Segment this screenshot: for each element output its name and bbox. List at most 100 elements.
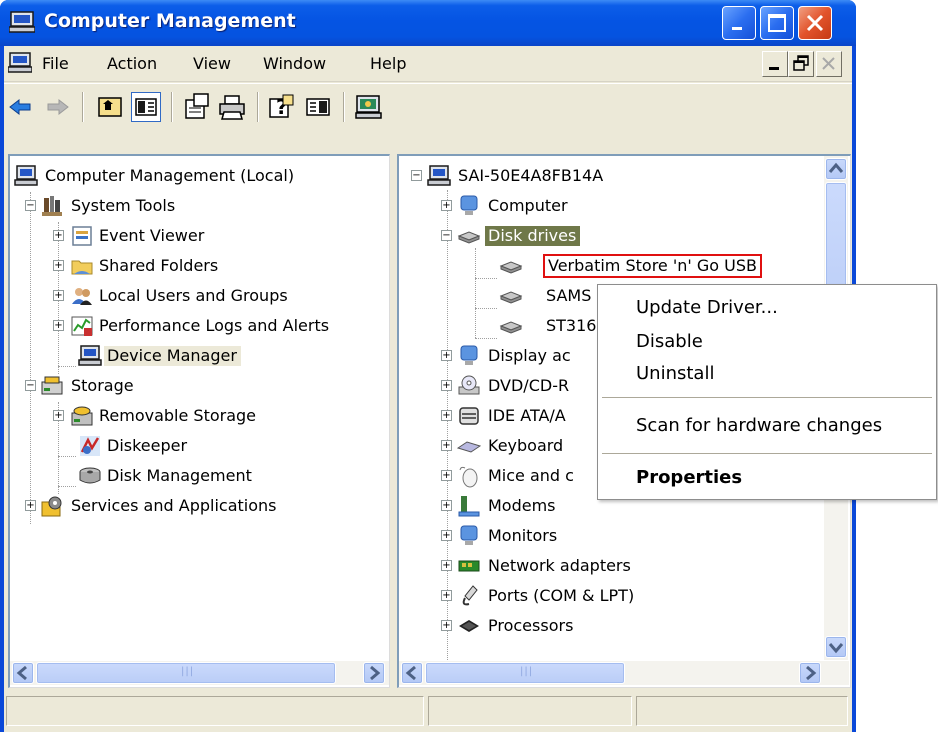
expand-toggle[interactable]: + xyxy=(53,230,64,241)
horizontal-scrollbar[interactable]: ||| xyxy=(10,661,389,685)
services-icon xyxy=(41,496,62,517)
collapse-toggle[interactable]: − xyxy=(25,380,36,391)
storage-icon xyxy=(41,376,63,395)
child-restore-button[interactable] xyxy=(788,51,814,77)
close-icon xyxy=(822,57,835,70)
shared-folder-icon xyxy=(71,260,93,275)
tree-item-label: Diskeeper xyxy=(107,436,188,455)
up-level-button[interactable] xyxy=(95,92,125,122)
cd-rom-icon xyxy=(458,375,480,395)
menu-item-uninstall[interactable]: Uninstall xyxy=(636,363,714,384)
tree-item-services-and-applications[interactable]: + Services and Applications xyxy=(12,492,382,520)
tree-item-processors[interactable]: + Processors xyxy=(399,612,759,640)
tree-item-ports[interactable]: + Ports (COM & LPT) xyxy=(399,582,759,610)
show-hide-tree-button[interactable] xyxy=(131,92,161,122)
expand-toggle[interactable]: + xyxy=(53,410,64,421)
tree-item-monitors[interactable]: + Monitors xyxy=(399,522,699,550)
tree-item-disk-drives[interactable]: − Disk drives xyxy=(399,222,819,250)
close-button[interactable] xyxy=(798,6,832,40)
tree-item-modems[interactable]: + Modems xyxy=(399,492,599,520)
expand-toggle[interactable]: + xyxy=(53,290,64,301)
scroll-thumb[interactable]: ||| xyxy=(36,662,336,684)
properties-button[interactable] xyxy=(182,92,212,122)
expand-toggle[interactable]: + xyxy=(53,320,64,331)
tree-item-computer[interactable]: + Computer xyxy=(399,192,819,220)
menu-item-update-driver[interactable]: Update Driver... xyxy=(636,297,778,318)
expand-toggle[interactable]: + xyxy=(441,380,452,391)
menu-help[interactable]: Help xyxy=(370,54,406,73)
help-button[interactable]: ? xyxy=(267,92,297,122)
tree-item-label: Disk Management xyxy=(107,466,252,485)
expand-toggle[interactable]: + xyxy=(441,530,452,541)
menu-action[interactable]: Action xyxy=(107,54,157,73)
back-button[interactable] xyxy=(6,92,36,122)
expand-toggle[interactable]: + xyxy=(441,200,452,211)
tree-item-removable-storage[interactable]: + Removable Storage xyxy=(12,402,382,430)
print-button[interactable] xyxy=(217,92,247,122)
scroll-right-button[interactable] xyxy=(799,662,821,684)
expand-toggle[interactable]: + xyxy=(441,620,452,631)
expand-toggle[interactable]: + xyxy=(441,440,452,451)
menu-window[interactable]: Window xyxy=(263,54,326,73)
menu-item-scan-for-hardware-changes[interactable]: Scan for hardware changes xyxy=(636,415,882,436)
tree-item-performance-logs-and-alerts[interactable]: + Performance Logs and Alerts xyxy=(12,312,382,340)
tree-item-device-manager[interactable]: Device Manager xyxy=(12,342,382,370)
tree-item-verbatim-usb[interactable]: Verbatim Store 'n' Go USB xyxy=(399,252,819,280)
device-manager-button[interactable] xyxy=(354,92,384,122)
tree-item-local-users-and-groups[interactable]: + Local Users and Groups xyxy=(12,282,382,310)
child-minimize-button[interactable] xyxy=(762,51,788,77)
tree-item-network-adapters[interactable]: + Network adapters xyxy=(399,552,759,580)
horizontal-scrollbar[interactable]: ||| xyxy=(399,661,849,685)
collapse-toggle[interactable]: − xyxy=(411,170,422,181)
title-bar[interactable]: Computer Management xyxy=(0,0,856,46)
maximize-button[interactable] xyxy=(760,6,794,40)
menu-file[interactable]: File xyxy=(42,54,69,73)
expand-toggle[interactable]: + xyxy=(441,500,452,511)
tree-item-mice[interactable]: + Mice and c xyxy=(399,462,599,490)
collapse-toggle[interactable]: − xyxy=(441,230,452,241)
tree-item-system-tools[interactable]: − System Tools xyxy=(12,192,382,220)
tree-item-shared-folders[interactable]: + Shared Folders xyxy=(12,252,382,280)
scroll-thumb[interactable]: ||| xyxy=(425,662,625,684)
scroll-up-button[interactable] xyxy=(825,158,847,180)
expand-toggle[interactable]: + xyxy=(441,470,452,481)
tree-item-ide-ata-controllers[interactable]: + IDE ATA/A xyxy=(399,402,599,430)
tree-item-computer-management-local[interactable]: Computer Management (Local) xyxy=(12,162,382,190)
scroll-right-button[interactable] xyxy=(363,662,385,684)
tree-item-event-viewer[interactable]: + Event Viewer xyxy=(12,222,382,250)
child-close-button[interactable] xyxy=(816,51,842,77)
expand-toggle[interactable]: + xyxy=(441,560,452,571)
system-tools-icon xyxy=(42,196,62,216)
system-menu-icon[interactable] xyxy=(8,52,32,74)
expand-toggle[interactable]: + xyxy=(53,260,64,271)
tree-item-dvd-cd-rom[interactable]: + DVD/CD-R xyxy=(399,372,599,400)
menu-item-properties[interactable]: Properties xyxy=(636,467,742,488)
tree-item-samsung-drive[interactable]: SAMS xyxy=(399,282,619,310)
tree-item-st316-drive[interactable]: ST316 xyxy=(399,312,619,340)
tree-item-diskeeper[interactable]: Diskeeper xyxy=(12,432,382,460)
tree-item-display-adapters[interactable]: + Display ac xyxy=(399,342,599,370)
collapse-toggle[interactable]: − xyxy=(25,200,36,211)
status-cell-tertiary xyxy=(636,696,848,726)
menu-item-disable[interactable]: Disable xyxy=(636,331,703,352)
scroll-down-button[interactable] xyxy=(825,636,847,658)
tree-item-keyboards[interactable]: + Keyboard xyxy=(399,432,599,460)
console-tree-pane[interactable]: Computer Management (Local) − System Too… xyxy=(8,154,390,688)
expand-toggle[interactable]: + xyxy=(25,500,36,511)
scroll-left-button[interactable] xyxy=(12,662,34,684)
expand-toggle[interactable]: + xyxy=(441,350,452,361)
tree-item-label: Storage xyxy=(71,376,134,395)
tree-item-label: SAI-50E4A8FB14A xyxy=(458,166,604,185)
forward-button[interactable] xyxy=(42,92,72,122)
menu-view[interactable]: View xyxy=(193,54,231,73)
tree-item-computer-root[interactable]: − SAI-50E4A8FB14A xyxy=(399,162,819,190)
minimize-button[interactable] xyxy=(722,6,756,40)
show-hide-action-pane-button[interactable] xyxy=(303,92,333,122)
tree-item-label: Display ac xyxy=(488,346,571,365)
expand-toggle[interactable]: + xyxy=(441,590,452,601)
tree-item-disk-management[interactable]: Disk Management xyxy=(12,462,382,490)
tree-item-storage[interactable]: − Storage xyxy=(12,372,382,400)
scroll-left-button[interactable] xyxy=(401,662,423,684)
tree-item-label: Processors xyxy=(488,616,574,635)
expand-toggle[interactable]: + xyxy=(441,410,452,421)
